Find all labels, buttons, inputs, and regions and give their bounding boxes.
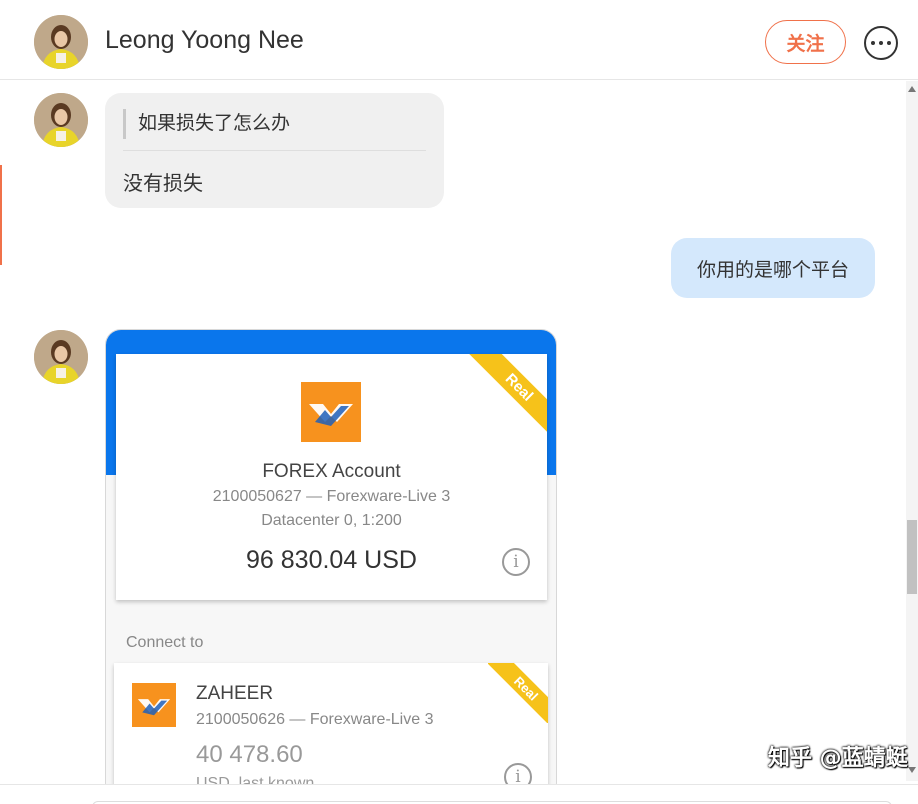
chat-scrollbar-track[interactable] [906, 81, 918, 781]
broker-logo-icon [132, 683, 176, 727]
account-balance: 96 830.04 USD [246, 546, 417, 574]
ribbon-label: Real [468, 354, 547, 434]
connected-account-balance: 40 478.60 [196, 741, 303, 768]
message-text: 你用的是哪个平台 [696, 259, 849, 281]
quoted-message: 如果损失了怎么办 [123, 109, 290, 139]
follow-button[interactable]: 关注 [765, 20, 846, 64]
sender-avatar[interactable] [34, 330, 88, 384]
connect-to-label: Connect to [126, 634, 204, 651]
account-title: FOREX Account [262, 461, 401, 482]
account-number-line: 2100050627 — Forexware-Live 3 [212, 488, 451, 505]
forex-account-panel: Real FOREX Account 2100050627 — Forexwar… [116, 354, 547, 600]
scroll-down-arrow-icon[interactable] [908, 767, 916, 773]
scrollbar-thumb[interactable] [907, 520, 917, 594]
message-text: 没有损失 [123, 173, 203, 195]
more-options-icon[interactable] [864, 26, 898, 60]
broker-logo-icon [301, 382, 361, 442]
connected-account-number: 2100050626 — Forexware-Live 3 [196, 711, 434, 728]
scroll-up-arrow-icon[interactable] [908, 86, 916, 92]
connected-account-name: ZAHEER [196, 683, 274, 704]
dot [887, 41, 891, 45]
image-message-account-screenshot[interactable]: Real FOREX Account 2100050627 — Forexwar… [105, 329, 557, 799]
dot [879, 41, 883, 45]
chat-header: Leong Yoong Nee 关注 [0, 0, 918, 80]
left-edge-accent [0, 165, 2, 265]
quote-divider [123, 150, 426, 151]
real-ribbon: Real [488, 663, 548, 723]
message-composer-area [0, 784, 918, 804]
contact-name: Leong Yoong Nee [105, 26, 304, 54]
connected-account-panel: Real ZAHEER 2100050626 — Forexware-Live … [114, 663, 548, 798]
sender-avatar[interactable] [34, 93, 88, 147]
ribbon-label: Real [488, 663, 548, 723]
datacenter-line: Datacenter 0, 1:200 [261, 512, 402, 529]
dot [871, 41, 875, 45]
info-icon: i [502, 548, 530, 576]
watermark: 知乎 @蓝蜻蜓 [768, 746, 908, 771]
real-ribbon: Real [467, 354, 547, 434]
incoming-message-bubble[interactable]: 如果损失了怎么办 没有损失 [105, 93, 444, 208]
outgoing-message-bubble[interactable]: 你用的是哪个平台 [671, 238, 875, 298]
contact-avatar[interactable] [34, 15, 88, 69]
